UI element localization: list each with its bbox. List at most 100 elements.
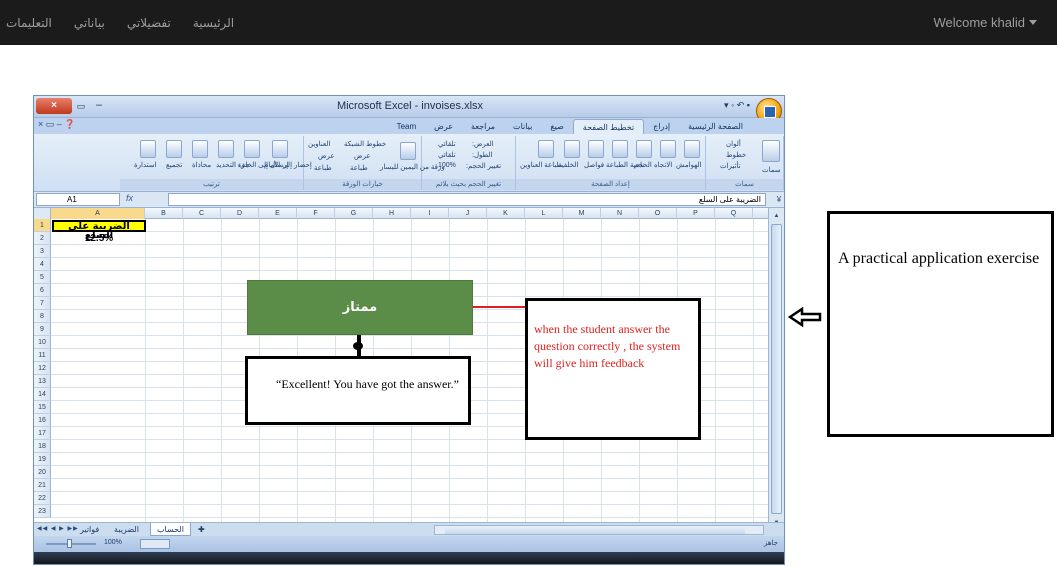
selection-pane-icon [218, 140, 234, 158]
excellent-message-text: “Excellent! You have got the answer.” [276, 377, 459, 391]
formula-input: الضريبة على السلع [168, 193, 766, 206]
row-header: 4 [34, 258, 51, 271]
connector-dot [353, 342, 363, 350]
row-header: 20 [34, 466, 51, 479]
hscroll-thumb [445, 526, 745, 534]
excellent-message-box: “Excellent! You have got the answer.” [245, 356, 471, 425]
print-area-label: ناحية الطباعة [606, 162, 645, 169]
row-header: 17 [34, 427, 51, 440]
gridlines-view: عرض [354, 153, 371, 160]
nav-item-instructions[interactable]: التعليمات [6, 16, 52, 30]
width-value: تلقائي [438, 141, 456, 148]
page-setup-group-label: إعداد الصفحة [516, 179, 705, 190]
grid-row-line [51, 504, 769, 505]
arrange-group-label: ترتيب [120, 179, 303, 190]
orientation-icon [660, 140, 676, 158]
formula-bar: A1 fx الضريبة على السلع ¥ [34, 192, 784, 208]
excel-titlebar: × ▭ – Microsoft Excel - invoises.xlsx ▾ … [34, 96, 784, 124]
scale-label: تغيير الحجم: [466, 163, 502, 170]
grid-column-line [753, 219, 754, 522]
size-icon [636, 140, 652, 158]
row-header: 1 [34, 219, 51, 232]
row-header: 8 [34, 310, 51, 323]
sheet-rtl-label: ورقة من اليمين لليسار [380, 164, 445, 171]
ribbon: سمات ألوان خطوط تأثيرات سمات الهوامش الا… [34, 134, 784, 192]
column-header: F [297, 208, 335, 219]
align-label: محاذاة [192, 162, 212, 169]
excel-window-title: Microsoft Excel - invoises.xlsx [336, 100, 484, 112]
nav-item-preferences[interactable]: تفضيلاتي [127, 16, 171, 30]
fonts-label: خطوط [726, 152, 747, 159]
cell-a2: 12.5% [84, 233, 114, 244]
effects-label: تأثيرات [720, 163, 741, 170]
themes-label: سمات [762, 167, 781, 174]
align-icon [192, 140, 208, 158]
row-header: 16 [34, 414, 51, 427]
grid-column-line [183, 219, 184, 522]
scroll-thumb [771, 224, 782, 514]
select-all-corner [34, 208, 51, 219]
column-header: B [145, 208, 183, 219]
print-titles-label: طباعة العناوين [520, 162, 563, 169]
user-greeting[interactable]: Welcome khalid [933, 15, 1025, 30]
column-headers: ABCDEFGHIJKLMNOPQ [34, 208, 784, 219]
grid-column-line [487, 219, 488, 522]
nav-item-home[interactable]: الرئيسية [193, 16, 234, 30]
ribbon-group-sheet-options: ورقة من اليمين لليسار خطوط الشبكة العناو… [304, 136, 445, 190]
grid-column-line [221, 219, 222, 522]
vertical-scrollbar: ▲ ▼ [768, 208, 784, 534]
column-header: E [259, 208, 297, 219]
grid-row-line [51, 452, 769, 453]
ribbon-tabs: الصفحة الرئيسية إدراج تخطيط الصفحة صيغ ب… [388, 119, 752, 134]
column-header: M [563, 208, 601, 219]
fx-icon: fx [126, 193, 134, 203]
grid-row-line [51, 270, 769, 271]
sheet-nav-arrows-icon: ◀◀ ◀ ▶ ▶▶ [37, 526, 79, 532]
ribbon-group-themes: سمات ألوان خطوط تأثيرات سمات [706, 136, 784, 190]
themes-group-label: سمات [706, 179, 783, 190]
tab-home: الصفحة الرئيسية [688, 122, 743, 131]
quick-access-toolbar: ▾ ◦ ↶ ▪ [724, 100, 750, 110]
grid-row-line [51, 517, 769, 518]
column-header: A [51, 208, 145, 219]
user-menu[interactable]: Welcome khalid [933, 0, 1037, 45]
margins-label: الهوامش [676, 162, 702, 169]
tab-view: عرض [434, 122, 454, 131]
gridlines-print: طباعة [350, 165, 368, 172]
row-header: 9 [34, 323, 51, 336]
row-header: 2 [34, 232, 51, 245]
rotate-icon [140, 140, 156, 158]
row-header: 3 [34, 245, 51, 258]
sheet-tabs-bar: ◀◀ ◀ ▶ ▶▶ فواتير الضريبة الحساب ✚ [34, 522, 784, 536]
row-header: 12 [34, 362, 51, 375]
nav-menu: الرئيسية تفضيلاتي بياناتي التعليمات [6, 0, 234, 45]
zoom-level: 100% [104, 539, 122, 546]
headings-label: العناوين [308, 141, 331, 148]
tab-insert: إدراج [653, 122, 671, 131]
headings-view: عرض [318, 153, 335, 160]
cell-a1: الضريبة على السلع [52, 220, 146, 241]
ribbon-group-page-setup: الهوامش الاتجاه الحجم ناحية الطباعة فواص… [516, 136, 706, 190]
feedback-callout-box: when the student answer the question cor… [525, 298, 701, 440]
workbook-window-controls: × ▭ – ❓ [38, 119, 76, 129]
column-header: J [449, 208, 487, 219]
margins-icon [684, 140, 700, 158]
bring-front-icon [272, 140, 288, 158]
column-header: C [183, 208, 221, 219]
nav-item-my-data[interactable]: بياناتي [74, 16, 105, 30]
print-titles-icon [538, 140, 554, 158]
excellent-shape: ممتاز [247, 280, 473, 335]
headings-print: طباعة [314, 165, 332, 172]
grid-row-line [51, 257, 769, 258]
group-icon [166, 140, 182, 158]
status-ready: جاهز [763, 539, 778, 547]
row-header: 22 [34, 492, 51, 505]
gridlines-label: خطوط الشبكة [344, 141, 387, 148]
column-header: D [221, 208, 259, 219]
caret-down-icon[interactable] [1029, 20, 1037, 25]
row-header: 7 [34, 297, 51, 310]
name-box: A1 [36, 193, 120, 206]
grid-column-line [715, 219, 716, 522]
view-buttons-icon [140, 539, 170, 549]
row-header: 5 [34, 271, 51, 284]
